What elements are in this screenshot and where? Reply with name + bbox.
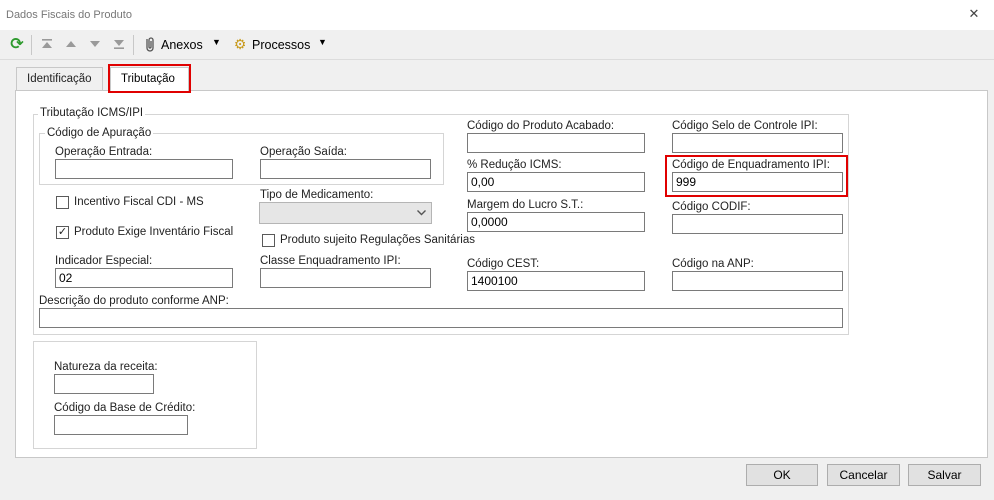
gears-icon[interactable]: ⚙	[232, 36, 248, 52]
title-bar: Dados Fiscais do Produto ✕	[0, 0, 994, 30]
natureza-receita-field[interactable]	[54, 374, 154, 394]
codigo-produto-acabado-label: Código do Produto Acabado:	[467, 120, 615, 132]
codigo-anp-label: Código na ANP:	[672, 258, 754, 270]
processos-label[interactable]: Processos	[252, 38, 310, 52]
codigo-selo-controle-ipi-label: Código Selo de Controle IPI:	[672, 120, 818, 132]
codigo-selo-controle-ipi-field[interactable]	[672, 133, 843, 153]
margem-lucro-st-field[interactable]: 0,0000	[467, 212, 645, 232]
salvar-button[interactable]: Salvar	[908, 464, 981, 486]
operacao-saida-label: Operação Saída:	[260, 146, 347, 158]
operacao-entrada-label: Operação Entrada:	[55, 146, 153, 158]
cancelar-button[interactable]: Cancelar	[827, 464, 900, 486]
codigo-produto-acabado-field[interactable]	[467, 133, 645, 153]
indicador-especial-label: Indicador Especial:	[55, 255, 153, 267]
margem-lucro-st-label: Margem do Lucro S.T.:	[467, 199, 584, 211]
processos-dropdown-icon[interactable]: ▼	[318, 37, 327, 47]
tipo-medicamento-select[interactable]	[259, 202, 432, 224]
codigo-codif-label: Código CODIF:	[672, 201, 751, 213]
operacao-saida-field[interactable]	[260, 159, 431, 179]
natureza-receita-label: Natureza da receita:	[54, 361, 158, 373]
codigo-cest-label: Código CEST:	[467, 258, 540, 270]
refresh-icon[interactable]: ⟳	[9, 36, 25, 53]
classe-enquadramento-ipi-field[interactable]	[260, 268, 431, 288]
tab-identificacao[interactable]: Identificação	[16, 67, 103, 91]
reducao-icms-field[interactable]: 0,00	[467, 172, 645, 192]
reducao-icms-label: % Redução ICMS:	[467, 159, 562, 171]
apuracao-legend: Código de Apuração	[45, 127, 154, 139]
toolbar-separator	[31, 35, 32, 55]
classe-enquadramento-ipi-label: Classe Enquadramento IPI:	[260, 255, 401, 267]
close-icon[interactable]: ✕	[967, 7, 981, 21]
indicador-especial-field[interactable]: 02	[55, 268, 233, 288]
produto-exige-inventario-label: Produto Exige Inventário Fiscal	[74, 226, 234, 238]
tipo-medicamento-label: Tipo de Medicamento:	[260, 189, 374, 201]
operacao-entrada-field[interactable]	[55, 159, 233, 179]
window-title: Dados Fiscais do Produto	[6, 9, 132, 21]
codigo-base-credito-label: Código da Base de Crédito:	[54, 402, 196, 414]
icms-ipi-legend: Tributação ICMS/IPI	[38, 107, 146, 119]
anexos-label[interactable]: Anexos	[161, 38, 203, 52]
regulacoes-sanitarias-label: Produto sujeito Regulações Sanitárias	[280, 234, 475, 246]
descricao-anp-label: Descrição do produto conforme ANP:	[39, 295, 229, 307]
incentivo-fiscal-checkbox[interactable]	[56, 196, 69, 209]
paperclip-icon[interactable]	[142, 36, 158, 52]
anexos-dropdown-icon[interactable]: ▼	[212, 37, 221, 47]
last-record-icon[interactable]	[111, 36, 127, 52]
incentivo-fiscal-label: Incentivo Fiscal CDI - MS	[74, 196, 204, 208]
codigo-base-credito-field[interactable]	[54, 415, 188, 435]
chevron-down-icon	[416, 207, 427, 221]
toolbar-separator	[133, 35, 134, 55]
descricao-anp-field[interactable]	[39, 308, 843, 328]
tab-highlight-box	[108, 64, 191, 93]
codigo-anp-field[interactable]	[672, 271, 843, 291]
produto-exige-inventario-checkbox[interactable]: ✓	[56, 226, 69, 239]
next-record-icon[interactable]	[87, 36, 103, 52]
codigo-codif-field[interactable]	[672, 214, 843, 234]
first-record-icon[interactable]	[39, 36, 55, 52]
toolbar: ⟳ Anexos ▼ ⚙ Processos ▼	[0, 30, 994, 60]
enquadramento-ipi-highlight-box	[665, 155, 848, 197]
ok-button[interactable]: OK	[746, 464, 818, 486]
regulacoes-sanitarias-checkbox[interactable]	[262, 234, 275, 247]
previous-record-icon[interactable]	[63, 36, 79, 52]
codigo-cest-field[interactable]: 1400100	[467, 271, 645, 291]
